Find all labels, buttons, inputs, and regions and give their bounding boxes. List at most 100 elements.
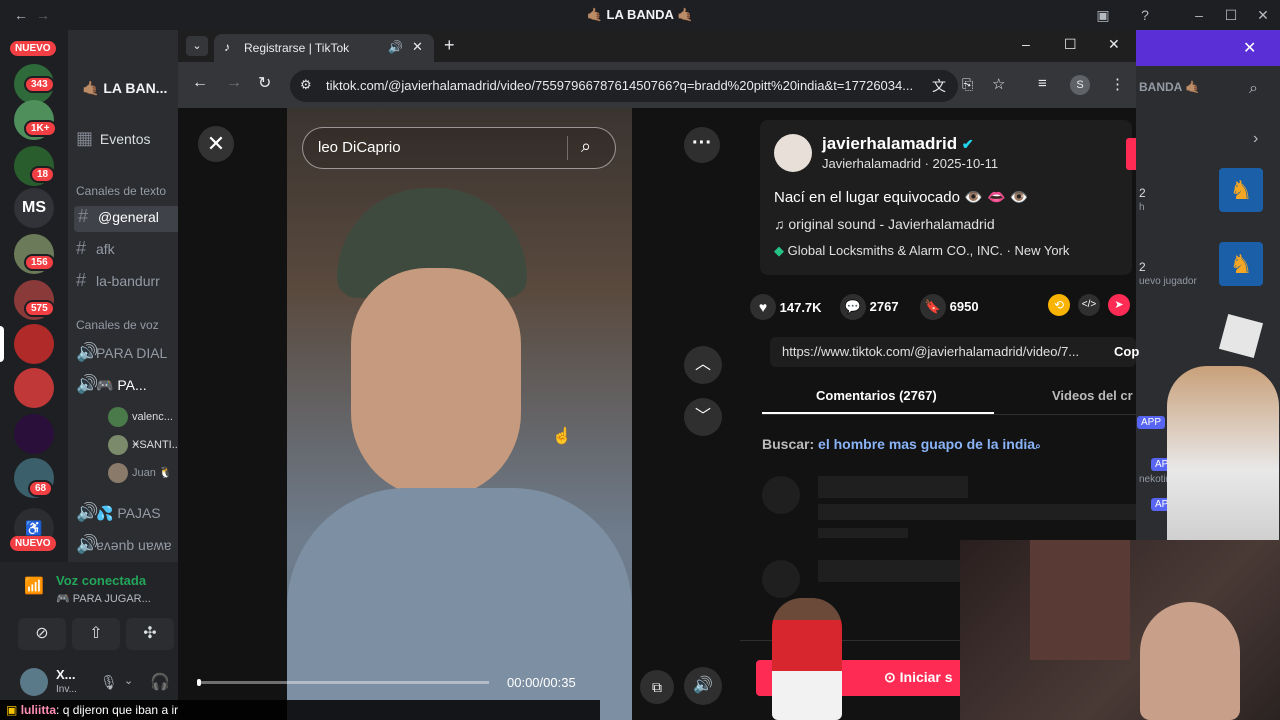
server-icon-la-banda[interactable]: [14, 324, 54, 364]
events-item[interactable]: ▦ Eventos: [76, 128, 186, 154]
author-avatar[interactable]: [774, 134, 812, 172]
server-name[interactable]: 🤙🏽 LA BAN...: [82, 80, 167, 97]
location-link[interactable]: ◆ Global Locksmiths & Alarm CO., INC. · …: [774, 243, 1069, 259]
close-icon[interactable]: ✕: [1108, 36, 1120, 53]
tab-search-icon[interactable]: ⌄: [186, 36, 208, 56]
share-url-text[interactable]: https://www.tiktok.com/@javierhalamadrid…: [782, 344, 1079, 359]
headphones-icon[interactable]: 🎧: [150, 672, 170, 692]
comment-search-suggestion[interactable]: Buscar: el hombre mas guapo de la india⌕: [762, 436, 1041, 452]
avatar[interactable]: [20, 668, 48, 696]
embed-icon[interactable]: </>: [1078, 294, 1100, 316]
close-banner-icon[interactable]: ✕: [1243, 38, 1256, 58]
avatar: [108, 463, 128, 483]
help-icon[interactable]: ?: [1136, 6, 1154, 24]
share-url-box[interactable]: https://www.tiktok.com/@javierhalamadrid…: [770, 337, 1139, 367]
more-options-button[interactable]: ···: [684, 127, 720, 163]
author-username[interactable]: javierhalamadrid ✔: [822, 134, 974, 154]
like-button[interactable]: ♥ 147.7K: [750, 294, 822, 320]
tab-tiktok[interactable]: ♪ Registrarse | TikTok 🔊 ✕: [214, 34, 434, 62]
music-note-icon: ♫: [774, 216, 785, 232]
voice-channel-active[interactable]: 🔊🎮 PA...: [76, 374, 186, 400]
member-text: 2: [1139, 260, 1146, 274]
bookmark-star-icon[interactable]: ☆: [992, 75, 1005, 93]
soccer-player-sticker: [772, 598, 842, 720]
minimize-icon[interactable]: –: [1190, 6, 1208, 24]
maximize-icon[interactable]: ☐: [1222, 6, 1240, 24]
game-icon[interactable]: ♞: [1219, 242, 1263, 286]
stream-chat-line: ▣ luliitta: q dijeron que iban a ir: [0, 700, 600, 720]
activities-button[interactable]: ✣: [126, 618, 174, 650]
inbox-icon[interactable]: ▣: [1094, 6, 1112, 24]
game-icon[interactable]: ♞: [1219, 168, 1263, 212]
new-badge: NUEVO: [10, 41, 56, 56]
reload-icon[interactable]: ↻: [258, 73, 271, 93]
previous-video-button[interactable]: ︿: [684, 346, 722, 384]
sound-link[interactable]: ♫ original sound - Javierhalamadrid: [774, 216, 995, 232]
channel-general[interactable]: # @general: [74, 206, 184, 232]
voice-channel-name[interactable]: 🎮 PARA JUGAR...: [56, 592, 151, 605]
video-search-box[interactable]: leo DiCaprio ⌕: [302, 127, 616, 169]
voice-user[interactable]: valenc...: [108, 407, 188, 427]
chevron-down-icon[interactable]: ⌄: [124, 674, 133, 687]
new-tab-icon[interactable]: +: [444, 35, 455, 56]
search-icon[interactable]: ⌕: [581, 136, 591, 157]
video-progress-bar[interactable]: [197, 679, 489, 686]
app-tag: APP: [1137, 416, 1166, 429]
voice-channel[interactable]: 🔊💦 PAJAS: [76, 502, 186, 528]
progress-handle[interactable]: [197, 679, 201, 686]
address-bar[interactable]: ⚙ tiktok.com/@javierhalamadrid/video/755…: [290, 70, 958, 102]
install-app-icon[interactable]: ⎘: [962, 76, 973, 93]
chat-message: : q dijeron que iban a ir: [56, 703, 179, 717]
voice-user[interactable]: ӾSANTI...: [108, 435, 188, 455]
voice-user[interactable]: Juan 🐧: [108, 463, 188, 483]
tab-creator-videos[interactable]: Videos del cr: [1052, 388, 1133, 403]
server-icon[interactable]: [14, 368, 54, 408]
voice-connected-label[interactable]: Voz conectada: [56, 573, 146, 588]
voice-channels-category[interactable]: Canales de voz: [76, 318, 186, 344]
voice-channel[interactable]: 🔊PARA DIAL: [76, 342, 186, 368]
server-icon-ms[interactable]: MS: [14, 188, 54, 228]
channel-la-bandurr[interactable]: # la-bandurr: [76, 270, 186, 296]
menu-icon[interactable]: ⋮: [1110, 75, 1125, 93]
location-pin-icon: ◆: [774, 243, 784, 258]
server-icon[interactable]: [14, 414, 54, 454]
video-player[interactable]: [287, 108, 632, 720]
camera-off-button[interactable]: ⊘: [18, 618, 66, 650]
microphone-icon[interactable]: 🎙: [100, 674, 118, 691]
minimize-icon[interactable]: –: [1022, 36, 1030, 52]
comment-button[interactable]: 💬 2767: [840, 294, 899, 320]
share-icon[interactable]: ➤: [1108, 294, 1130, 316]
tab-close-icon[interactable]: ✕: [412, 39, 423, 55]
follow-button-edge[interactable]: [1126, 138, 1136, 170]
tab-comments[interactable]: Comentarios (2767): [816, 388, 937, 403]
save-button[interactable]: 🔖 6950: [920, 294, 979, 320]
roblox-icon[interactable]: [1218, 313, 1264, 359]
next-video-button[interactable]: ﹀: [684, 398, 722, 436]
voice-channel[interactable]: 🔊ɐʌǝnb uɐʍɐ: [76, 534, 186, 560]
tab-audio-icon[interactable]: 🔊: [388, 40, 403, 54]
forward-arrow-icon[interactable]: →: [226, 74, 242, 92]
back-arrow-icon[interactable]: ←: [192, 74, 208, 92]
video-area: leo DiCaprio ⌕ ✕ ··· ︿ ﹀ ☝ 00:00/00:35 ⧉…: [178, 108, 740, 720]
close-window-icon[interactable]: ✕: [1254, 6, 1272, 24]
media-control-icon[interactable]: ≡: [1038, 75, 1047, 92]
maximize-icon[interactable]: ☐: [1064, 36, 1077, 53]
search-input[interactable]: leo DiCaprio: [318, 139, 401, 156]
close-video-button[interactable]: ✕: [198, 126, 234, 162]
comment-skeleton-line: [818, 528, 908, 538]
pip-button[interactable]: ⧉: [640, 670, 674, 704]
user-name[interactable]: X...: [56, 667, 76, 682]
translate-icon[interactable]: 文: [932, 76, 946, 96]
volume-button[interactable]: 🔊: [684, 667, 722, 705]
profile-avatar[interactable]: S: [1070, 75, 1090, 95]
copy-link-button[interactable]: Cop: [1114, 344, 1139, 359]
site-info-icon[interactable]: ⚙: [300, 77, 312, 93]
url-text[interactable]: tiktok.com/@javierhalamadrid/video/75597…: [326, 78, 913, 93]
channel-afk[interactable]: # afk: [76, 238, 186, 264]
chevron-right-icon[interactable]: ›: [1253, 130, 1258, 148]
search-icon[interactable]: ⌕: [1249, 80, 1258, 98]
screen-share-button[interactable]: ⇧: [72, 618, 120, 650]
speaker-icon: 🔊: [76, 342, 99, 362]
discord-member-panel: BANDA 🤙🏽 ⌕ › 2 h ♞ 2 uevo jugador ♞ APP …: [1135, 66, 1280, 540]
repost-icon[interactable]: ⟲: [1048, 294, 1070, 316]
